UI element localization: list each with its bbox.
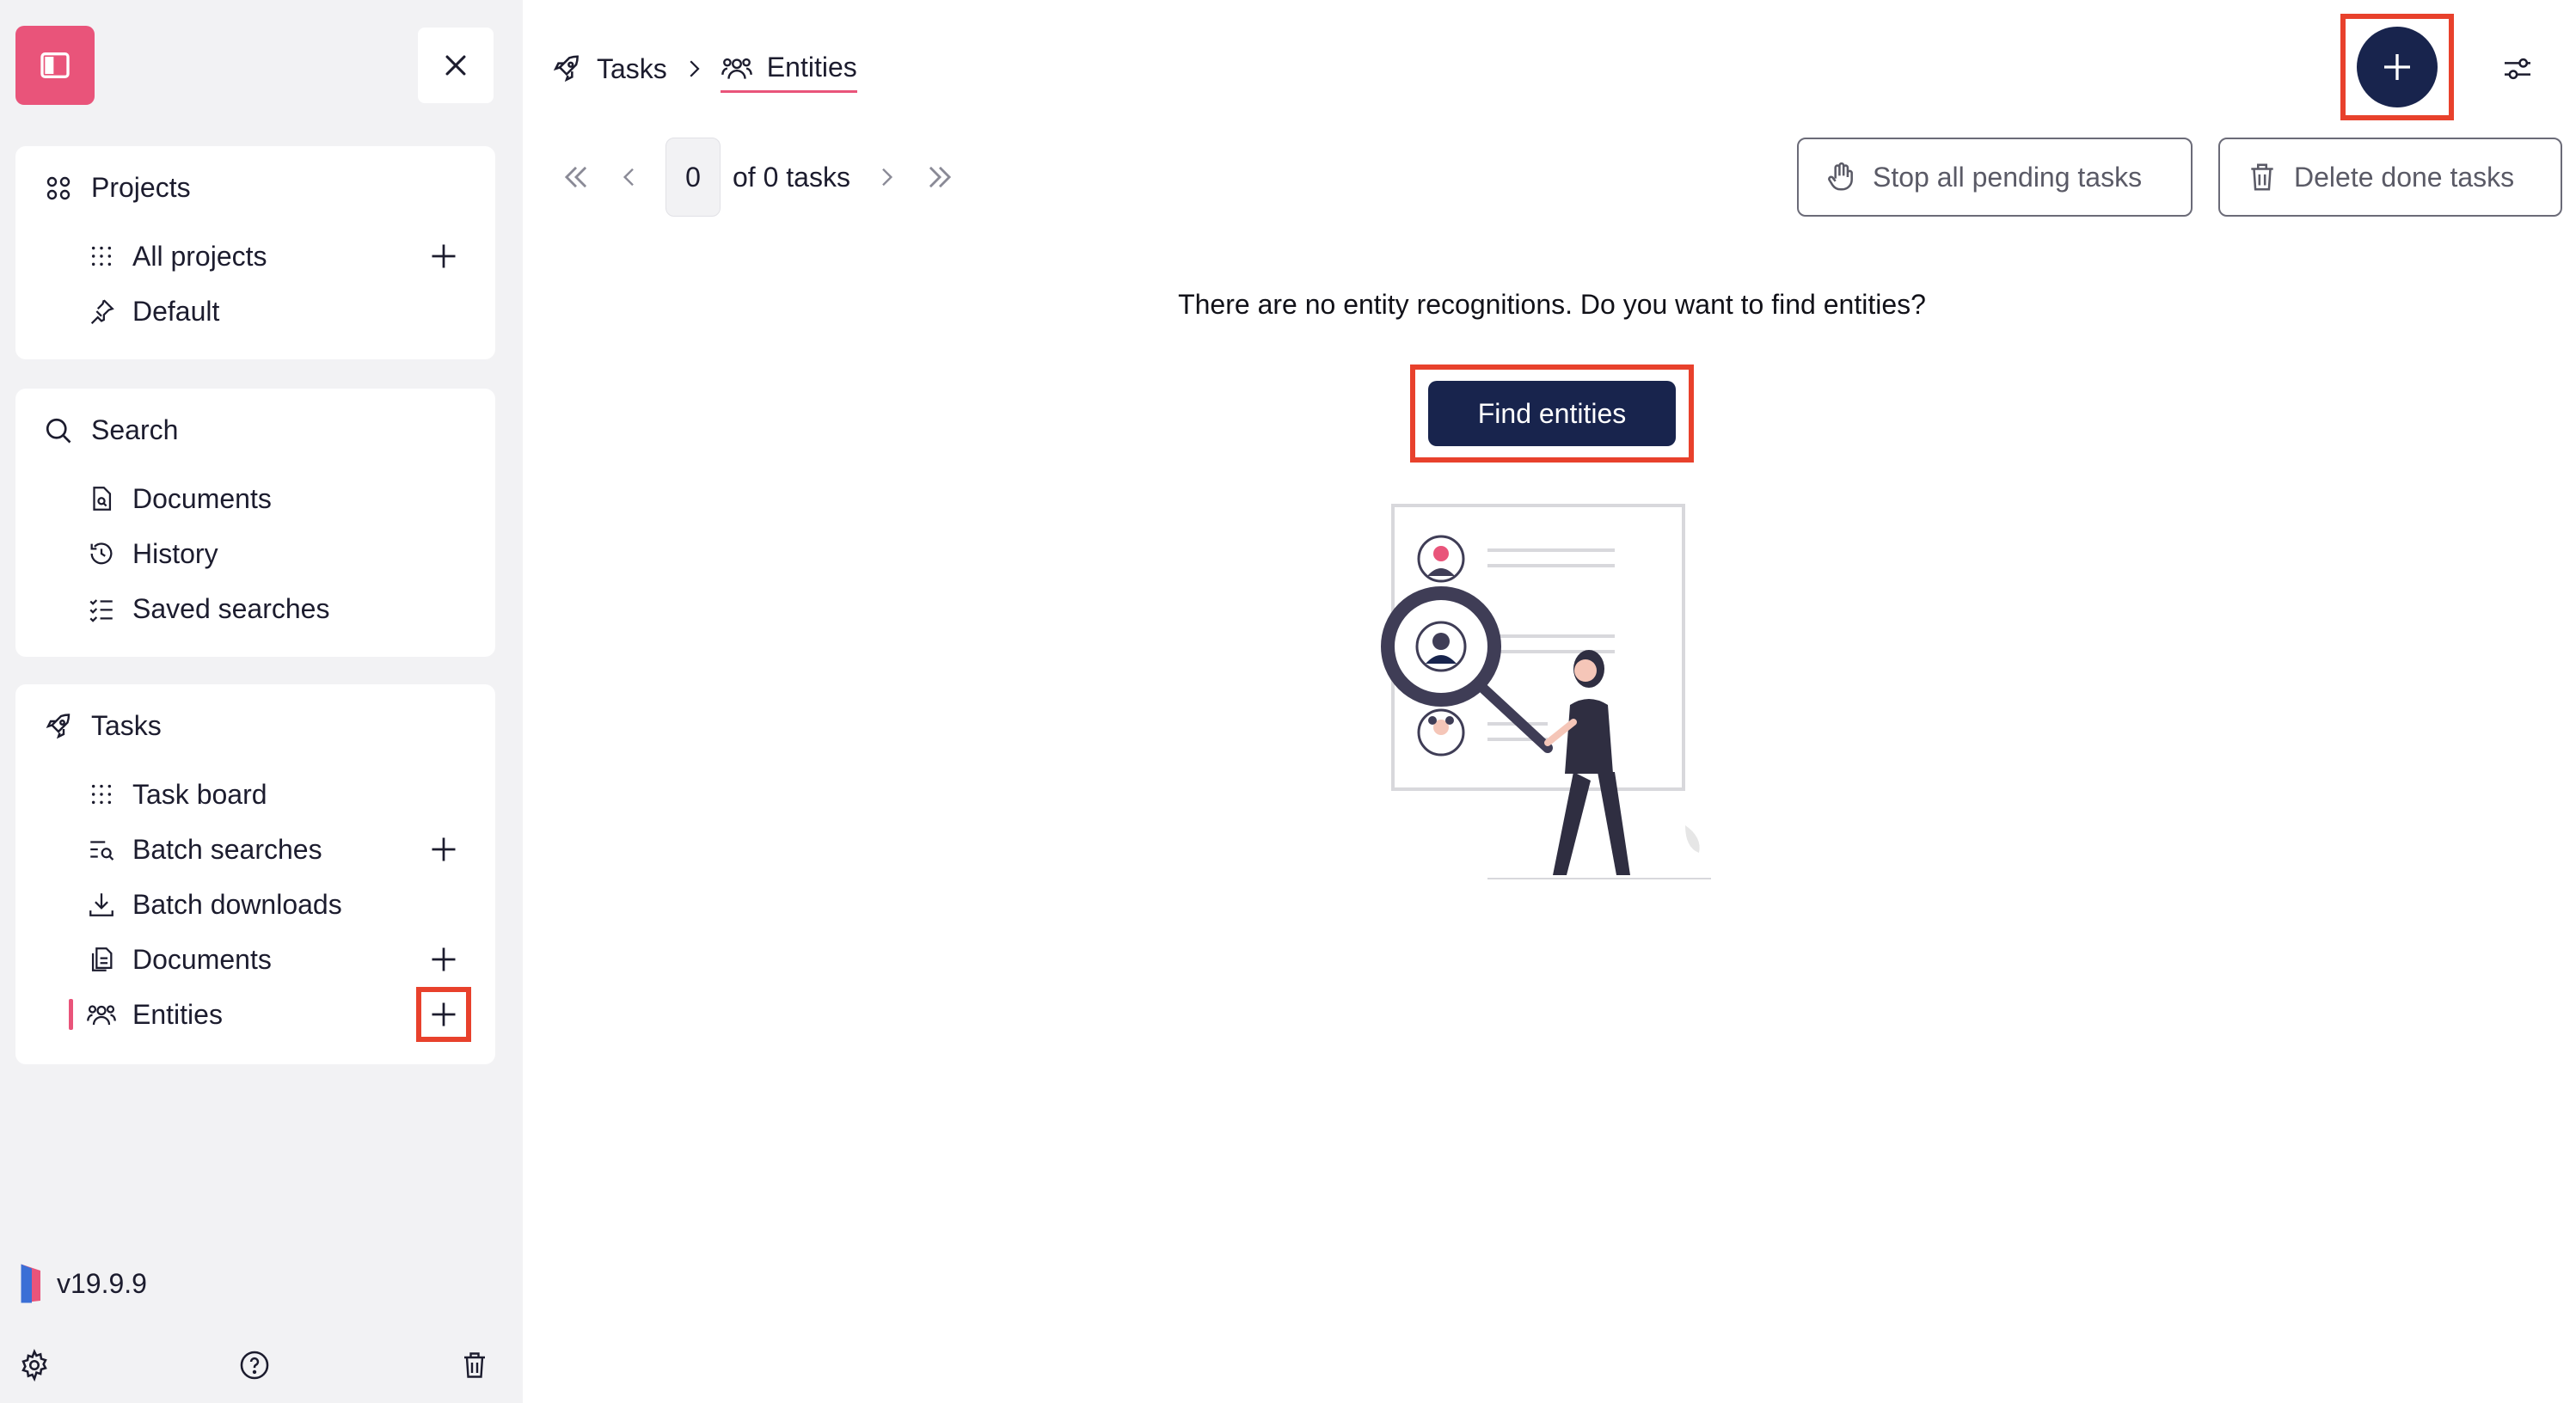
stop-pending-label: Stop all pending tasks	[1873, 161, 2143, 193]
plus-icon	[432, 837, 456, 861]
sliders-icon	[2505, 58, 2530, 80]
breadcrumb-tasks-label: Tasks	[597, 52, 667, 84]
history-icon	[86, 538, 117, 569]
pagination: 0 of 0 tasks	[559, 138, 957, 217]
sidebar-item-entities[interactable]: Entities	[86, 987, 478, 1042]
sidebar: Projects All projects Default Search Doc…	[0, 0, 523, 1403]
tasks-title: Tasks	[91, 710, 162, 741]
active-indicator	[69, 999, 73, 1030]
pin-icon	[86, 296, 117, 327]
sidebar-item-label: Saved searches	[132, 592, 330, 624]
breadcrumb-entities[interactable]: Entities	[720, 45, 857, 93]
close-icon	[445, 55, 466, 76]
add-project-button[interactable]	[423, 236, 464, 277]
next-page-button[interactable]	[869, 160, 904, 194]
search-card: Search Documents History Saved searches	[15, 389, 495, 657]
tasks-heading[interactable]: Tasks	[43, 710, 162, 742]
trash-button[interactable]	[457, 1348, 492, 1382]
delete-done-tasks-button[interactable]: Delete done tasks	[2218, 138, 2562, 217]
page-count-label: of 0 tasks	[733, 161, 850, 193]
rocket-icon	[46, 713, 71, 738]
users-icon	[86, 999, 117, 1030]
chevron-right-icon	[882, 168, 892, 187]
sidebar-item-label: Batch downloads	[132, 888, 342, 920]
tasks-card: Tasks Task board Batch searches Batch do…	[15, 684, 495, 1064]
toggle-sidebar-button[interactable]	[15, 26, 95, 105]
find-entities-button[interactable]: Find entities	[1428, 381, 1676, 446]
find-entities-highlight: Find entities	[1410, 365, 1694, 463]
grid-dots-icon	[86, 779, 117, 810]
users-icon	[721, 58, 752, 79]
add-entities-task-button[interactable]	[416, 987, 471, 1042]
plus-icon	[432, 1002, 456, 1026]
new-task-highlight	[2340, 14, 2454, 120]
close-sidebar-button[interactable]	[418, 28, 494, 103]
rocket-icon	[553, 55, 579, 83]
search-title: Search	[91, 414, 179, 445]
empty-state-message: There are no entity recognitions. Do you…	[1178, 289, 1926, 320]
sidebar-item-batch-searches[interactable]: Batch searches	[86, 825, 478, 873]
projects-card: Projects All projects Default	[15, 146, 495, 359]
breadcrumb: Tasks Entities	[550, 45, 857, 93]
sidebar-item-label: Default	[132, 295, 220, 327]
chevron-left-icon	[623, 168, 634, 187]
chevrons-left-icon	[564, 166, 587, 188]
sidebar-item-label: History	[132, 537, 218, 569]
trash-icon	[464, 1352, 485, 1378]
search-icon	[46, 418, 71, 443]
app-version: v19.9.9	[19, 1262, 147, 1305]
search-heading[interactable]: Search	[43, 414, 178, 446]
plus-icon	[432, 244, 456, 268]
page-settings-button[interactable]	[2499, 50, 2536, 88]
sidebar-item-batch-downloads[interactable]: Batch downloads	[86, 880, 478, 928]
grid-dots-icon	[86, 241, 117, 272]
sidebar-item-label: Task board	[132, 778, 267, 810]
empty-state-illustration	[1381, 504, 1711, 879]
sidebar-item-label: Entities	[132, 998, 223, 1030]
download-icon	[86, 889, 117, 920]
previous-page-button[interactable]	[612, 160, 647, 194]
hand-stop-icon	[1828, 162, 1853, 191]
settings-button[interactable]	[17, 1348, 52, 1382]
checklist-icon	[86, 593, 117, 624]
sidebar-item-default[interactable]: Default	[86, 287, 478, 335]
sidebar-item-task-board[interactable]: Task board	[86, 770, 478, 818]
add-batch-search-button[interactable]	[423, 829, 464, 870]
last-page-button[interactable]	[923, 160, 957, 194]
sidebar-item-history[interactable]: History	[86, 530, 478, 578]
documents-icon	[86, 944, 117, 975]
delete-done-label: Delete done tasks	[2294, 161, 2515, 193]
new-task-button[interactable]	[2357, 27, 2438, 107]
page-number-input[interactable]: 0	[665, 138, 721, 217]
sidebar-item-label: All projects	[132, 240, 267, 272]
sidebar-item-all-projects[interactable]: All projects	[86, 232, 478, 280]
help-button[interactable]	[237, 1348, 272, 1382]
sidebar-item-documents[interactable]: Documents	[86, 475, 478, 523]
plus-icon	[2384, 54, 2410, 80]
breadcrumb-entities-label: Entities	[766, 52, 857, 83]
sidebar-item-task-documents[interactable]: Documents	[86, 935, 478, 983]
first-page-button[interactable]	[559, 160, 593, 194]
version-text: v19.9.9	[57, 1267, 147, 1299]
sidebar-item-label: Batch searches	[132, 833, 322, 865]
gear-icon	[21, 1349, 47, 1382]
sidebar-item-label: Documents	[132, 482, 272, 514]
trash-icon	[2251, 163, 2273, 191]
projects-icon	[46, 176, 71, 199]
sidebar-item-label: Documents	[132, 943, 272, 975]
breadcrumb-tasks[interactable]: Tasks	[550, 45, 667, 93]
add-document-task-button[interactable]	[423, 939, 464, 980]
projects-title: Projects	[91, 172, 191, 203]
chevron-right-icon	[690, 60, 700, 77]
chevrons-right-icon	[929, 166, 952, 188]
help-icon	[240, 1351, 269, 1380]
stop-pending-tasks-button[interactable]: Stop all pending tasks	[1797, 138, 2193, 217]
sidebar-panel-icon	[40, 52, 70, 78]
document-search-icon	[86, 483, 117, 514]
projects-heading[interactable]: Projects	[43, 172, 191, 204]
app-logo-icon	[21, 1264, 40, 1303]
sidebar-item-saved-searches[interactable]: Saved searches	[86, 585, 478, 633]
list-search-icon	[86, 834, 117, 865]
plus-icon	[432, 947, 456, 971]
